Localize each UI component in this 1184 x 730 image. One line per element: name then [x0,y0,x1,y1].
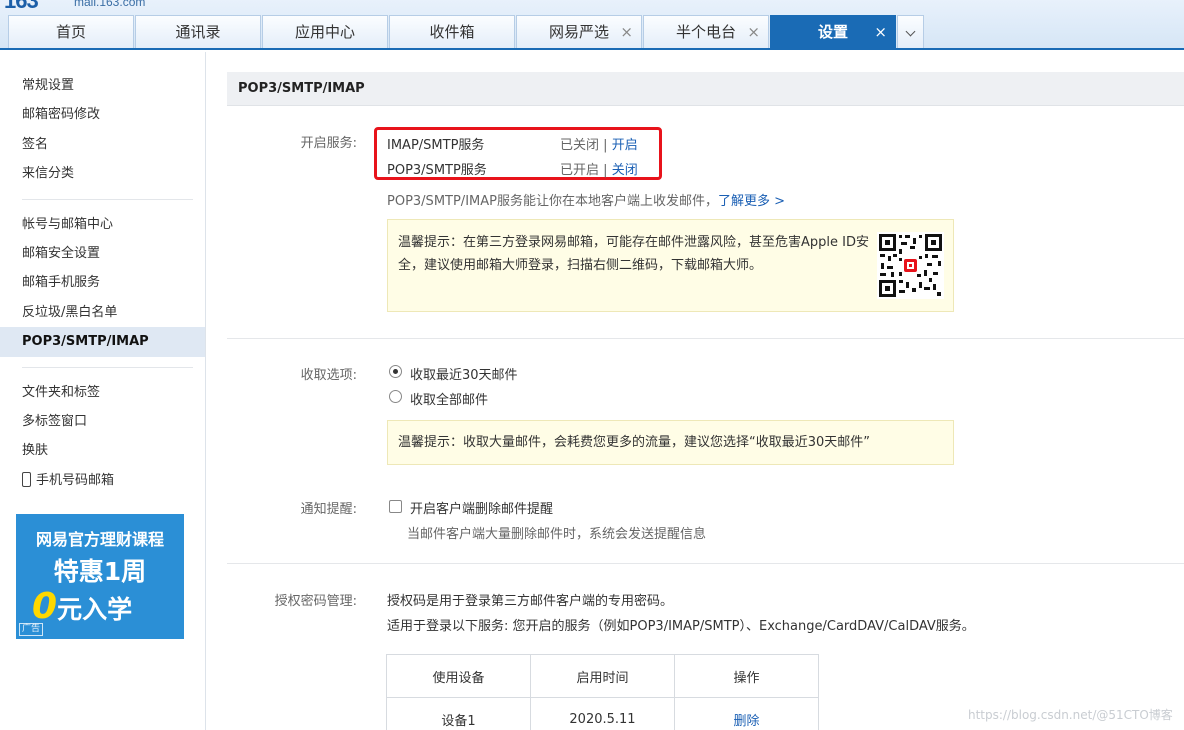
divider [227,338,1184,339]
ad-zero: 0 [32,586,58,627]
tab-radio[interactable]: 半个电台 × [643,15,769,48]
service-description: POP3/SMTP/IMAP服务能让你在本地客户端上收发邮件，了解更多 > [387,190,785,209]
tip-line2: 全，建议使用邮箱大师登录，扫描右侧二维码，下载邮箱大师。 [398,258,763,273]
radio-all-mail-label: 收取全部邮件 [410,393,489,408]
imap-enable-link[interactable]: 开启 [612,138,638,153]
pop3-disable-link[interactable]: 关闭 [612,163,638,178]
separator: | [603,163,608,178]
phone-icon [22,471,31,487]
sidebar-item-password[interactable]: 邮箱密码修改 [0,100,205,129]
learn-more-link[interactable]: 了解更多 > [718,194,785,209]
pop3-service-status: 已开启 | 关闭 [560,159,638,178]
status-text: 已关闭 [560,138,600,153]
col-header-device: 使用设备 [386,654,531,698]
ad-line1: 网易官方理财课程 [35,530,164,549]
radio-recent-30[interactable] [389,365,402,378]
sidebar-item-security[interactable]: 邮箱安全设置 [0,239,205,268]
sidebar-item-account-center[interactable]: 帐号与邮箱中心 [0,210,205,239]
tab-label: 网易严选 [548,23,609,41]
sidebar-group-general: 常规设置 邮箱密码修改 签名 来信分类 [0,71,205,189]
tab-label: 设置 [817,23,848,41]
sidebar-item-phone-mailbox[interactable]: 手机号码邮箱 [0,466,205,495]
tab-label: 收件箱 [429,23,475,41]
delete-link[interactable]: 删除 [733,714,759,729]
delete-alert-checkbox[interactable] [389,500,402,513]
col-header-time: 启用时间 [530,654,675,698]
logo-domain: mail.163.com [74,0,146,9]
tab-settings[interactable]: 设置 × [770,15,896,48]
security-tip: 温馨提示：在第三方登录网易邮箱，可能存在邮件泄露风险，甚至危害Apple ID安… [387,219,954,312]
separator: | [603,138,608,153]
tab-label: 半个电台 [675,23,736,41]
sidebar-divider [22,366,193,368]
sidebar-item-mail-filter[interactable]: 来信分类 [0,159,205,188]
watermark: https://blog.csdn.net/@51CTO博客 [968,708,1173,722]
tab-label: 通讯录 [175,23,221,41]
sidebar-item-signature[interactable]: 签名 [0,130,205,159]
notify-label: 通知提醒: [300,502,357,517]
devices-table: 使用设备 启用时间 操作 设备1 2020.5.11 删除 [386,654,819,730]
ad-line3-text: 元入学 [57,595,133,624]
table-header-row: 使用设备 启用时间 操作 [386,654,819,698]
auth-line2: 适用于登录以下服务: 您开启的服务（例如POP3/IMAP/SMTP）、Exch… [387,619,975,634]
cell-time: 2020.5.11 [530,697,675,730]
settings-main: POP3/SMTP/IMAP 开启服务: IMAP/SMTP服务 已关闭 | 开… [227,72,1184,730]
sidebar-item-pop3-smtp-imap[interactable]: POP3/SMTP/IMAP [0,327,205,357]
delete-alert-label: 开启客户端删除邮件提醒 [410,502,554,517]
sidebar-item-mobile-service[interactable]: 邮箱手机服务 [0,268,205,297]
tab-yanxuan[interactable]: 网易严选 × [516,15,642,48]
receive-tip-text: 温馨提示：收取大量邮件，会耗费您更多的流量，建议您选择“收取最近30天邮件” [398,435,871,450]
receive-tip: 温馨提示：收取大量邮件，会耗费您更多的流量，建议您选择“收取最近30天邮件” [387,420,954,465]
auth-line1: 授权码是用于登录第三方邮件客户端的专用密码。 [387,594,674,609]
close-icon[interactable]: × [874,16,887,49]
sidebar-divider [22,198,193,200]
logo: 163 [4,0,39,13]
description-text: POP3/SMTP/IMAP服务能让你在本地客户端上收发邮件， [387,194,718,209]
section-title: POP3/SMTP/IMAP [227,72,1184,106]
sidebar-item-general-settings[interactable]: 常规设置 [0,71,205,100]
ad-line2: 特惠1周 [53,557,147,586]
receive-label: 收取选项: [300,368,357,383]
tab-app-center[interactable]: 应用中心 [262,15,388,48]
cell-action: 删除 [674,697,819,730]
tab-label: 首页 [55,23,86,41]
sidebar-item-antispam[interactable]: 反垃圾/黑白名单 [0,298,205,327]
settings-sidebar: 常规设置 邮箱密码修改 签名 来信分类 帐号与邮箱中心 邮箱安全设置 邮箱手机服… [0,52,206,730]
qr-code-icon [877,232,944,299]
ad-line3: 0元入学 [32,586,132,627]
sidebar-item-folders-tags[interactable]: 文件夹和标签 [0,378,205,407]
table-row: 设备1 2020.5.11 删除 [386,697,819,730]
imap-service-status: 已关闭 | 开启 [560,134,638,153]
sidebar-item-multi-tab[interactable]: 多标签窗口 [0,407,205,436]
radio-all-mail[interactable] [389,390,402,403]
col-header-action: 操作 [674,654,819,698]
divider [227,563,1184,564]
radio-recent-30-label: 收取最近30天邮件 [410,368,518,383]
ad-tag: 广告 [19,623,44,636]
sidebar-group-account: 帐号与邮箱中心 邮箱安全设置 邮箱手机服务 反垃圾/黑白名单 POP3/SMTP… [0,210,205,357]
close-icon[interactable]: × [747,16,760,49]
pop3-service-name: POP3/SMTP服务 [387,163,487,178]
auth-label: 授权密码管理: [274,594,357,609]
chevron-down-icon[interactable] [897,15,924,48]
ad-banner[interactable]: 网易官方理财课程 特惠1周 0元入学 广告 [16,514,184,639]
services-label: 开启服务: [300,136,357,151]
sidebar-group-other: 文件夹和标签 多标签窗口 换肤 手机号码邮箱 [0,378,205,496]
cell-device: 设备1 [386,697,531,730]
tab-home[interactable]: 首页 [8,15,134,48]
imap-service-name: IMAP/SMTP服务 [387,138,485,153]
status-text: 已开启 [560,163,600,178]
close-icon[interactable]: × [620,16,633,49]
tab-bar: 首页 通讯录 应用中心 收件箱 网易严选 × 半个电台 × 设置 × [8,15,924,48]
tab-inbox[interactable]: 收件箱 [389,15,515,48]
sidebar-item-skin[interactable]: 换肤 [0,436,205,465]
top-bar: 163 mail.163.com 首页 通讯录 应用中心 收件箱 网易严选 × 半… [0,0,1184,50]
sidebar-item-label: 手机号码邮箱 [36,472,115,488]
delete-alert-desc: 当邮件客户端大量删除邮件时，系统会发送提醒信息 [407,527,707,542]
tip-line1: 温馨提示：在第三方登录网易邮箱，可能存在邮件泄露风险，甚至危害Apple ID安 [398,235,869,250]
tab-contacts[interactable]: 通讯录 [135,15,261,48]
tab-label: 应用中心 [294,23,355,41]
